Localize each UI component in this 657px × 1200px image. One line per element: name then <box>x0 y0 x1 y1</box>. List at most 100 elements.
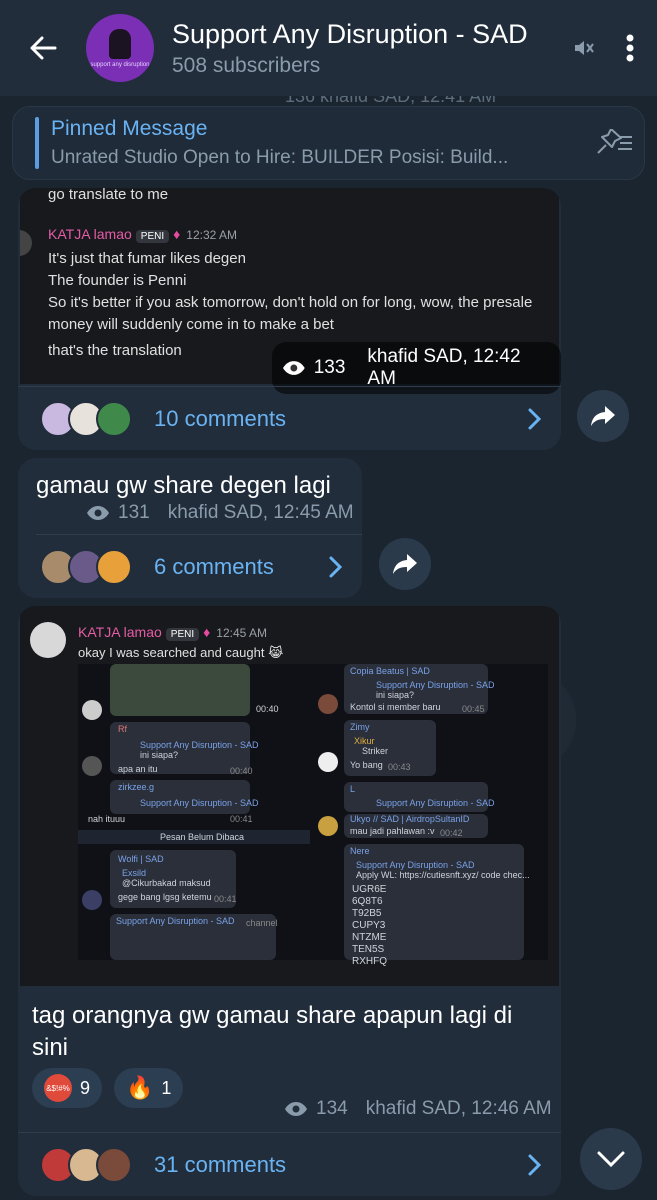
view-count: 133 <box>313 357 346 378</box>
commenter-avatars <box>40 1146 148 1183</box>
comments-count: 6 comments <box>154 553 274 579</box>
channel-title: Support Any Disruption - SAD <box>172 18 528 49</box>
screenshot-image-2[interactable]: KATJA lamao PENI ♦ 12:45 AM okay I was sear… <box>20 606 559 986</box>
mini-time: 00:40 <box>230 766 253 776</box>
pinned-title: Pinned Message <box>51 117 208 140</box>
reaction-chip-fire[interactable]: 🔥 1 <box>114 1068 184 1108</box>
mini-quote-title: Support Any Disruption - SAD <box>140 740 259 750</box>
post-signature: khafid SAD, 12:45 AM <box>167 502 354 523</box>
quoted-line: money will suddenly come in to make a be… <box>48 316 334 333</box>
mini-name: Wolfi | SAD <box>118 854 164 864</box>
mini-quote-text: Apply WL: https://cutiesnft.xyz/ code ch… <box>356 870 530 880</box>
mini-time: 00:43 <box>388 762 411 772</box>
post-signature: khafid SAD, 12:42 AM <box>367 346 521 389</box>
mini-quote-text: ini siapa? <box>140 750 179 760</box>
cut-text: go translate to me <box>48 188 169 203</box>
quoted-line-text: okay I was searched and caught <box>78 645 265 660</box>
author-badge: PENI <box>135 230 170 243</box>
comments-count: 10 comments <box>154 405 287 431</box>
avatar <box>318 752 338 772</box>
mini-time: 00:42 <box>440 828 463 838</box>
pinned-list-button[interactable] <box>584 129 644 157</box>
channel-avatar[interactable]: support any disruption <box>86 14 154 82</box>
avatar <box>82 756 102 776</box>
channel-post-1[interactable]: go translate to me KATJA lamao PENI ♦ 12:32… <box>18 188 561 450</box>
channel-info[interactable]: Support Any Disruption - SAD 508 subscri… <box>172 19 563 78</box>
caption-line: sini <box>32 1034 69 1061</box>
pin-list-icon <box>597 129 632 154</box>
mini-quote-title: Exsild <box>122 868 147 878</box>
mini-code: T92B5 <box>352 908 382 919</box>
commenter-avatars <box>40 400 148 437</box>
quoted-line: okay I was searched and caught 😹 <box>78 642 283 664</box>
chevron-down-icon <box>597 1151 625 1168</box>
mini-message: Yo bang <box>350 760 383 770</box>
avatar <box>318 816 338 836</box>
video-time: 00:40 <box>256 704 279 714</box>
back-button[interactable] <box>0 0 86 96</box>
chevron-right-icon <box>509 407 561 431</box>
caption-line: tag orangnya gw gamau share apapun lagi … <box>32 1002 513 1029</box>
mini-code: UGR6E <box>352 884 387 895</box>
channel-post-3[interactable]: KATJA lamao PENI ♦ 12:45 AM okay I was sear… <box>18 606 561 1196</box>
kebab-menu-icon <box>626 34 634 62</box>
chevron-right-icon <box>310 555 362 579</box>
mini-code: RXHFQ <box>352 956 387 967</box>
mini-message: mau jadi pahlawan :v <box>350 826 435 836</box>
more-menu-button[interactable] <box>603 33 657 63</box>
mini-quote-title: Support Any Disruption - SAD <box>376 680 495 690</box>
mini-message: apa an itu <box>118 764 158 774</box>
fire-icon: 🔥 <box>126 1075 154 1100</box>
avatar-caption: support any disruption <box>90 61 150 68</box>
nested-chat-screenshot: 00:40 Rf Support Any Disruption - SAD in… <box>78 664 548 967</box>
quoted-header: KATJA lamao PENI ♦ 12:32 AM <box>48 226 237 244</box>
channel-post-2[interactable]: gamau gw share degen lagi 131 khafid SAD… <box>18 458 362 598</box>
reaction-count: 9 <box>80 1077 91 1098</box>
comments-button[interactable]: 10 comments <box>18 386 561 450</box>
mini-time: 00:41 <box>230 814 253 824</box>
comments-button[interactable]: 6 comments <box>36 534 362 598</box>
post-meta: 131 khafid SAD, 12:45 AM <box>86 502 354 524</box>
pinned-indicator <box>35 117 39 169</box>
sender-avatar <box>20 230 32 256</box>
unread-label: Pesan Belum Dibaca <box>160 832 245 842</box>
avatar <box>96 1146 132 1183</box>
subscriber-count: 508 subscribers <box>172 53 321 77</box>
mini-name: Rf <box>118 724 127 734</box>
author-badge: PENI <box>165 628 200 641</box>
laugh-emoji: 😹 <box>268 645 284 660</box>
reaction-count: 1 <box>161 1077 172 1098</box>
mini-quote-title: Support Any Disruption - SAD <box>356 860 475 870</box>
share-button[interactable] <box>577 390 629 442</box>
commenter-avatars <box>40 548 148 585</box>
scroll-to-bottom-button[interactable] <box>580 1128 642 1190</box>
share-button[interactable] <box>379 538 431 590</box>
quoted-line: So it's better if you ask tomorrow, don'… <box>48 294 533 311</box>
mini-quote-text: ini siapa? <box>376 690 415 700</box>
mini-code: 6Q8T6 <box>352 896 383 907</box>
mini-quote-title: Xikur <box>354 736 375 746</box>
mini-message: gege bang lgsg ketemu <box>118 892 212 902</box>
gem-icon: ♦ <box>203 624 211 640</box>
post-caption: tag orangnya gw gamau share apapun lagi … <box>32 1000 512 1064</box>
post-meta: 134 khafid SAD, 12:46 AM <box>284 1098 552 1120</box>
mini-code: TEN5S <box>352 944 385 955</box>
video-thumb <box>110 664 250 716</box>
mini-code: CUPY3 <box>352 920 386 931</box>
mini-message: Kontol si member baru <box>350 702 441 712</box>
angry-face-icon: &$!#% <box>44 1074 72 1102</box>
sender-avatar <box>30 622 66 658</box>
reaction-chip-angry[interactable]: &$!#% 9 <box>32 1068 103 1108</box>
comments-button[interactable]: 31 comments <box>18 1132 561 1196</box>
pinned-message-bar[interactable]: Pinned Message Unrated Studio Open to Hi… <box>12 106 645 180</box>
avatar <box>318 694 338 714</box>
eye-icon <box>282 361 305 375</box>
avatar-figure <box>109 28 131 59</box>
avatar <box>96 548 132 585</box>
quoted-author: KATJA lamao <box>48 226 132 242</box>
avatar <box>82 890 102 910</box>
quoted-time: 12:32 AM <box>186 228 237 242</box>
mini-tag: channel <box>246 918 278 928</box>
mini-name: Nere <box>350 846 370 856</box>
avatar <box>96 400 132 437</box>
